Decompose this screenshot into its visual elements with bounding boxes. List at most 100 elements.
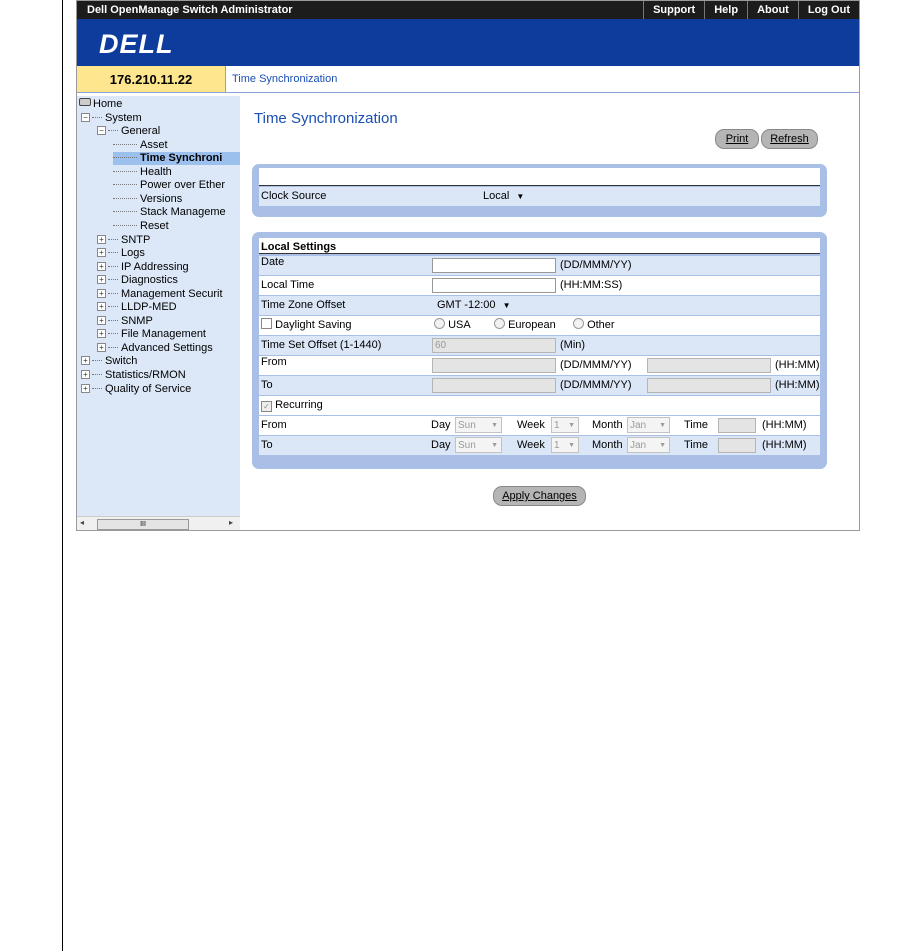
collapse-icon[interactable]: − [81, 112, 90, 122]
tree-item[interactable]: + Advanced Settings [97, 342, 213, 355]
tree-item[interactable]: Reset [113, 220, 169, 233]
expand-icon[interactable]: + [97, 275, 106, 285]
offset-input[interactable]: 60 [432, 338, 556, 353]
tree-item[interactable]: Power over Ether [113, 179, 225, 192]
recurring-checkbox-wrap[interactable]: ✓ Recurring [261, 396, 323, 415]
tree-item[interactable]: + Statistics/RMON [81, 369, 186, 382]
tree-item-label: Asset [140, 138, 168, 151]
tree-connector [108, 279, 118, 281]
tree-item[interactable]: Stack Manageme [113, 206, 226, 219]
tree-connector [108, 306, 118, 308]
scroll-right-icon[interactable]: ▸ [229, 518, 233, 527]
rec-to-time-input[interactable] [718, 438, 756, 453]
tree-item[interactable]: + Management Securit [97, 288, 223, 301]
tree-connector [113, 143, 137, 145]
tree-item[interactable]: Asset [113, 139, 168, 152]
tree-item[interactable]: − System [81, 112, 142, 125]
date-format: (DD/MMM/YY) [560, 259, 632, 271]
tree-item[interactable]: + File Management [97, 328, 206, 341]
from-time-input[interactable] [647, 358, 771, 373]
rec-from-week-select[interactable]: 1 ▼ [551, 417, 579, 433]
dst-european-option[interactable]: European [494, 316, 556, 335]
expand-icon[interactable]: + [97, 315, 106, 325]
dst-checkbox[interactable] [261, 318, 272, 329]
clock-source-select[interactable]: Local ▼ [483, 187, 524, 206]
about-link[interactable]: About [747, 1, 798, 19]
tree-item[interactable]: + Diagnostics [97, 274, 178, 287]
scroll-left-icon[interactable]: ◂ [80, 518, 84, 527]
expand-icon[interactable]: + [97, 248, 106, 258]
tree-item[interactable]: + IP Addressing [97, 261, 189, 274]
apply-changes-button[interactable]: Apply Changes [493, 486, 586, 506]
tree-item[interactable]: Time Synchroni [113, 152, 240, 166]
expand-icon[interactable]: + [97, 261, 106, 271]
date-input[interactable] [432, 258, 556, 273]
check-icon[interactable]: ✓ [261, 401, 272, 412]
app-title: Dell OpenManage Switch Administrator [87, 4, 293, 16]
expand-icon[interactable]: + [81, 370, 90, 379]
rec-to-day-select[interactable]: Sun ▼ [455, 437, 502, 453]
dst-checkbox-wrap[interactable]: Daylight Saving [261, 316, 352, 335]
to-time-input[interactable] [647, 378, 771, 393]
logout-link[interactable]: Log Out [797, 1, 859, 19]
tree-connector [113, 211, 137, 213]
radio-icon[interactable] [494, 318, 505, 329]
tree-item[interactable]: + Logs [97, 247, 145, 260]
rec-to-day-value: Sun [458, 440, 476, 451]
tz-select[interactable]: GMT -12:00 ▼ [437, 296, 510, 315]
chevron-down-icon: ▼ [502, 301, 511, 310]
print-button[interactable]: Print [715, 129, 759, 149]
tree-item[interactable]: Versions [113, 193, 182, 206]
rec-to-week-select[interactable]: 1 ▼ [551, 437, 579, 453]
from-date-input[interactable] [432, 358, 556, 373]
tree-item[interactable]: + LLDP-MED [97, 301, 177, 314]
tree-connector [108, 130, 118, 132]
to-date-format: (DD/MMM/YY) [560, 379, 632, 391]
tree-item[interactable]: − General [97, 125, 160, 138]
rec-to-day-label: Day [431, 439, 451, 451]
radio-icon[interactable] [573, 318, 584, 329]
rec-from-label: From [261, 419, 287, 431]
rec-from-day-select[interactable]: Sun ▼ [455, 417, 502, 433]
dell-logo: DELL [99, 29, 174, 59]
expand-icon[interactable]: + [97, 329, 106, 339]
to-date-input[interactable] [432, 378, 556, 393]
radio-icon[interactable] [434, 318, 445, 329]
rec-to-month-select[interactable]: Jan ▼ [627, 437, 670, 453]
help-link[interactable]: Help [704, 1, 747, 19]
dst-usa-option[interactable]: USA [434, 316, 471, 335]
tree-item[interactable]: + Switch [81, 355, 137, 368]
tree-item[interactable]: + SNTP [97, 234, 150, 247]
expand-icon[interactable]: + [97, 342, 106, 352]
rec-from-time-input[interactable] [718, 418, 756, 433]
dst-other-label: Other [587, 319, 615, 331]
expand-icon[interactable]: + [97, 234, 106, 244]
tree-item[interactable]: Health [113, 166, 172, 179]
local-settings-heading-row: Local Settings [259, 238, 820, 254]
expand-icon[interactable]: + [81, 383, 90, 393]
tree-item-label: Quality of Service [105, 382, 192, 395]
tree-horizontal-scrollbar[interactable]: ◂ III ▸ [77, 516, 240, 530]
expand-icon[interactable]: + [97, 288, 106, 298]
tree-item[interactable]: Home [79, 98, 122, 111]
banner: DELL [77, 19, 859, 66]
dst-other-option[interactable]: Other [573, 316, 615, 335]
from-time-format: (HH:MM) [775, 359, 820, 371]
collapse-icon[interactable]: − [97, 126, 106, 136]
date-row: Date (DD/MMM/YY) [259, 256, 820, 275]
chevron-down-icon: ▼ [568, 422, 575, 429]
chevron-down-icon: ▼ [659, 422, 666, 429]
rec-from-month-select[interactable]: Jan ▼ [627, 417, 670, 433]
local-time-input[interactable] [432, 278, 556, 293]
tree-connector [92, 360, 102, 362]
rec-from-month-value: Jan [630, 420, 647, 431]
support-link[interactable]: Support [643, 1, 704, 19]
tree-item[interactable]: + SNMP [97, 315, 153, 328]
refresh-button[interactable]: Refresh [761, 129, 818, 149]
tree-item-label: System [105, 111, 142, 124]
scroll-thumb[interactable]: III [97, 519, 189, 530]
tree-connector [92, 116, 102, 118]
expand-icon[interactable]: + [97, 302, 106, 312]
expand-icon[interactable]: + [81, 356, 90, 366]
tree-item[interactable]: + Quality of Service [81, 383, 191, 396]
